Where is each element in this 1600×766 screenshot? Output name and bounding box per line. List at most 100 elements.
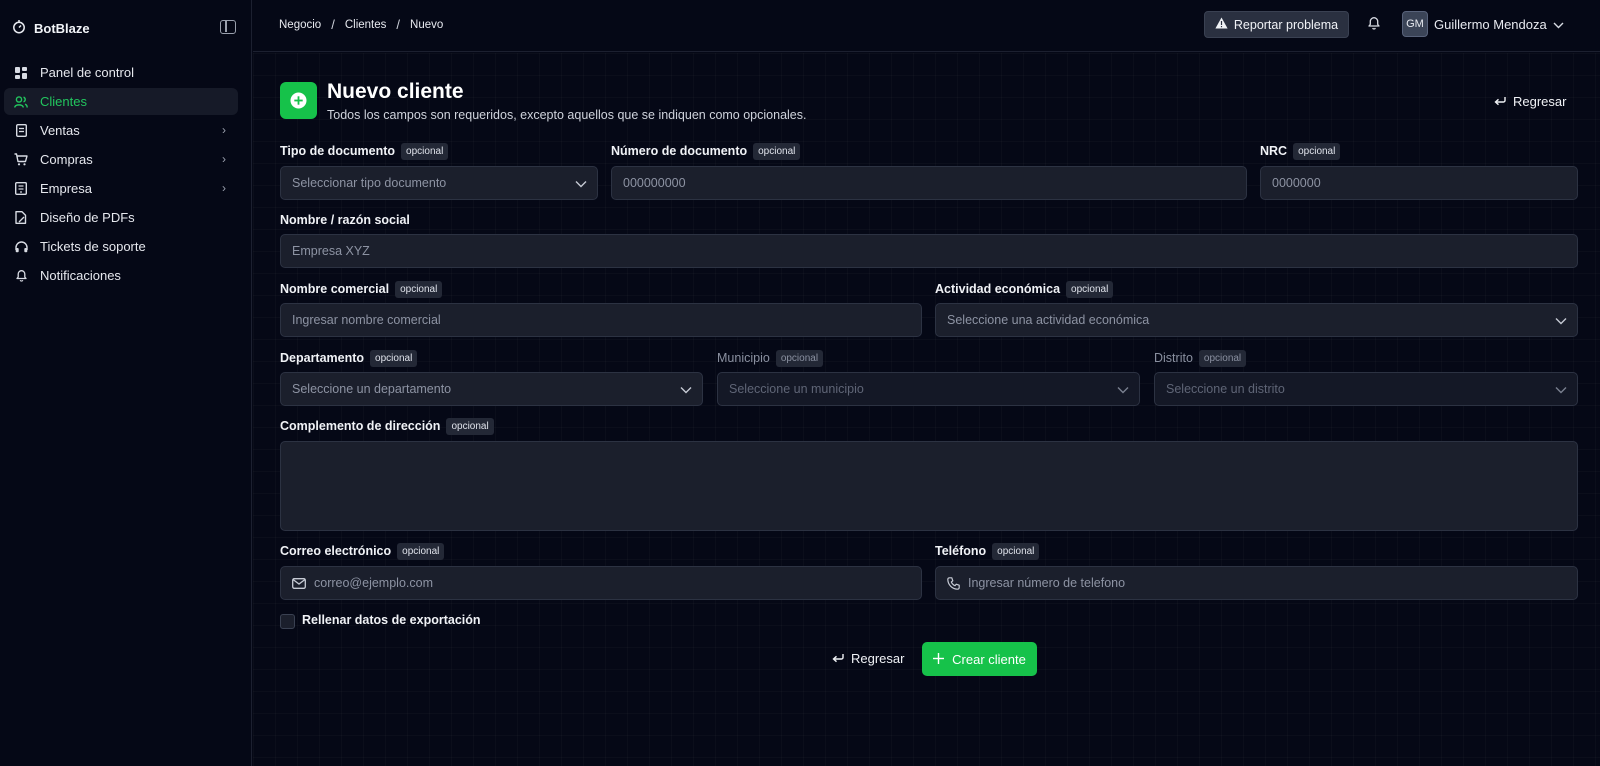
complemento-textarea[interactable] <box>280 441 1578 531</box>
sidebar-item-compras[interactable]: Compras › <box>4 146 238 173</box>
exportacion-checkbox[interactable] <box>280 614 295 629</box>
optional-badge: opcional <box>1066 280 1114 298</box>
app-name: BotBlaze <box>34 20 90 36</box>
municipio-label: Municipio opcional <box>717 348 824 368</box>
label-text: Teléfono <box>935 544 987 558</box>
correo-input[interactable]: correo@ejemplo.com <box>280 566 922 600</box>
sidebar-item-clientes[interactable]: Clientes <box>4 88 238 115</box>
label-text: Distrito <box>1154 351 1193 365</box>
numero-documento-label: Número de documento opcional <box>611 141 801 161</box>
actividad-label: Actividad económica opcional <box>935 279 1114 299</box>
back-button[interactable]: Regresar <box>832 651 904 666</box>
back-button-top[interactable]: Regresar <box>1494 94 1566 109</box>
select-placeholder: Seleccionar tipo documento <box>292 176 447 190</box>
tipo-documento-select[interactable]: Seleccionar tipo documento <box>280 166 598 200</box>
breadcrumb-clientes[interactable]: Clientes <box>345 19 387 31</box>
telefono-label: Teléfono opcional <box>935 541 1040 561</box>
breadcrumb-negocio[interactable]: Negocio <box>279 19 321 31</box>
sidebar-item-empresa[interactable]: Empresa › <box>4 175 238 202</box>
distrito-label: Distrito opcional <box>1154 348 1247 368</box>
optional-badge: opcional <box>370 349 418 367</box>
complemento-label: Complemento de dirección opcional <box>280 416 494 436</box>
return-arrow-icon <box>1494 94 1506 109</box>
telefono-input[interactable]: Ingresar número de telefono <box>935 566 1578 600</box>
breadcrumb-separator: / <box>331 17 335 32</box>
departamento-select[interactable]: Seleccione un departamento <box>280 372 703 406</box>
create-client-button[interactable]: Crear cliente <box>922 642 1037 676</box>
label-text: Complemento de dirección <box>280 419 441 433</box>
sidebar-item-notificaciones[interactable]: Notificaciones <box>4 262 238 289</box>
sidebar-item-label: Compras <box>40 152 93 167</box>
breadcrumb-nuevo: Nuevo <box>410 18 444 31</box>
municipio-select[interactable]: Seleccione un municipio <box>717 372 1140 406</box>
optional-badge: opcional <box>992 542 1040 560</box>
users-icon <box>14 95 28 109</box>
file-design-icon <box>14 211 28 225</box>
building-icon <box>14 182 28 196</box>
brand[interactable]: BotBlaze <box>12 18 90 38</box>
bell-icon <box>14 269 28 283</box>
sidebar-item-label: Tickets de soporte <box>40 239 146 254</box>
sidebar-item-diseno-pdfs[interactable]: Diseño de PDFs <box>4 204 238 231</box>
chevron-down-icon <box>1555 383 1567 397</box>
input-placeholder: correo@ejemplo.com <box>314 576 433 590</box>
input-placeholder: 000000000 <box>623 176 686 190</box>
sidebar-item-label: Notificaciones <box>40 268 121 283</box>
select-placeholder: Seleccione una actividad económica <box>947 313 1150 327</box>
user-name[interactable]: Guillermo Mendoza <box>1434 17 1547 32</box>
return-arrow-icon <box>832 651 844 666</box>
label-text: Número de documento <box>611 144 748 158</box>
correo-label: Correo electrónico opcional <box>280 541 445 561</box>
nombre-input[interactable]: Empresa XYZ <box>280 234 1578 268</box>
optional-badge: opcional <box>395 280 443 298</box>
select-placeholder: Seleccione un distrito <box>1166 382 1285 396</box>
sidebar-nav: Panel de control Clientes Ventas › Compr… <box>4 59 238 291</box>
warning-icon <box>1215 17 1228 32</box>
sidebar-item-label: Empresa <box>40 181 93 196</box>
phone-icon <box>947 576 960 590</box>
optional-badge: opcional <box>397 542 445 560</box>
sidebar-item-tickets[interactable]: Tickets de soporte <box>4 233 238 260</box>
avatar[interactable]: GM <box>1402 11 1428 37</box>
select-placeholder: Seleccione un municipio <box>729 382 864 396</box>
distrito-select[interactable]: Seleccione un distrito <box>1154 372 1578 406</box>
input-placeholder: Ingresar nombre comercial <box>292 313 441 327</box>
select-placeholder: Seleccione un departamento <box>292 382 452 396</box>
breadcrumb: Negocio / Clientes / Nuevo <box>279 17 443 32</box>
exportacion-label[interactable]: Rellenar datos de exportación <box>302 613 481 627</box>
sidebar-item-ventas[interactable]: Ventas › <box>4 117 238 144</box>
back-button-label: Regresar <box>851 651 905 666</box>
logo-icon <box>12 19 26 37</box>
cart-icon <box>14 153 28 167</box>
chevron-down-icon <box>1117 383 1129 397</box>
sidebar-item-panel-de-control[interactable]: Panel de control <box>4 59 238 86</box>
create-client-label: Crear cliente <box>952 651 1026 667</box>
nombre-comercial-input[interactable]: Ingresar nombre comercial <box>280 303 922 337</box>
notifications-bell-icon[interactable] <box>1368 16 1382 32</box>
chevron-down-icon[interactable] <box>1553 17 1564 32</box>
breadcrumb-separator: / <box>396 17 401 32</box>
optional-badge: opcional <box>1293 142 1341 160</box>
chevron-down-icon <box>1555 314 1567 328</box>
label-text: Correo electrónico <box>280 544 392 558</box>
actividad-select[interactable]: Seleccione una actividad económica <box>935 303 1578 337</box>
sidebar-item-label: Panel de control <box>40 65 134 80</box>
dashboard-icon <box>14 66 28 80</box>
label-text: Nombre / razón social <box>280 213 410 227</box>
nrc-label: NRC opcional <box>1260 141 1341 161</box>
plus-icon <box>933 652 945 667</box>
sidebar-item-label: Diseño de PDFs <box>40 210 135 225</box>
chevron-down-icon <box>575 177 587 191</box>
chevron-right-icon: › <box>222 181 226 195</box>
optional-badge: opcional <box>775 349 824 367</box>
mail-icon <box>292 577 306 589</box>
nrc-input[interactable]: 0000000 <box>1260 166 1578 200</box>
numero-documento-input[interactable]: 000000000 <box>611 166 1247 200</box>
page-title: Nuevo cliente <box>327 80 464 103</box>
departamento-label: Departamento opcional <box>280 348 418 368</box>
sidebar-toggle-icon[interactable] <box>220 20 236 34</box>
report-problem-button[interactable]: Reportar problema <box>1204 11 1349 38</box>
label-text: Departamento <box>280 351 365 365</box>
sidebar-item-label: Ventas <box>40 123 80 138</box>
input-placeholder: 0000000 <box>1272 176 1321 190</box>
